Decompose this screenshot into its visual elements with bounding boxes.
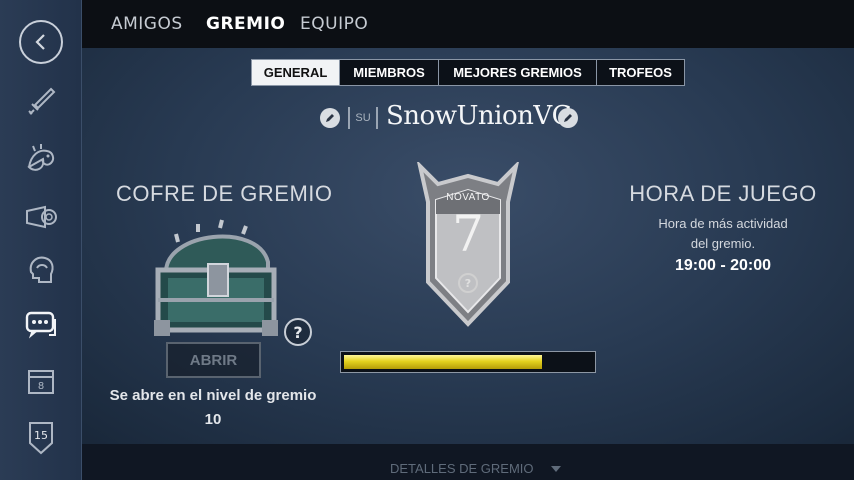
back-arrow-icon: [35, 34, 45, 50]
guild-xp-fill: [344, 355, 543, 369]
subtab-miembros[interactable]: MIEMBROS: [340, 60, 439, 85]
play-hours-description: Hora de más actividad del gremio.: [610, 214, 836, 254]
guild-xp-bar: [340, 351, 596, 373]
sidebar-item-calendar[interactable]: 8: [18, 358, 64, 404]
pencil-icon: [326, 114, 334, 122]
chest-unlock-note: Se abre en el nivel de gremio 10: [90, 384, 336, 432]
top-bar: AMIGOS GREMIO EQUIPO: [82, 0, 854, 48]
chest-unlock-level: 10: [204, 411, 222, 428]
dragon-icon: [27, 144, 55, 171]
calendar-badge: 8: [38, 381, 44, 392]
calendar-chest-icon: 8: [28, 370, 54, 394]
chevron-down-icon[interactable]: [551, 466, 561, 472]
play-hours-title: HORA DE JUEGO: [629, 181, 817, 206]
tab-amigos[interactable]: AMIGOS: [111, 14, 183, 34]
guild-rank-label: NOVATO: [446, 192, 490, 203]
subtab-general[interactable]: GENERAL: [252, 60, 340, 85]
sword-icon: [28, 87, 56, 115]
guild-name: SnowUnionVG: [386, 101, 572, 131]
sidebar-item-level[interactable]: 15: [18, 414, 64, 460]
pencil-icon: [564, 114, 572, 122]
subtab-mejores-gremios[interactable]: MEJORES GREMIOS: [439, 60, 597, 85]
treasure-chest-icon: [154, 219, 278, 336]
back-button[interactable]: [19, 20, 63, 64]
chest-help-button[interactable]: ?: [284, 318, 312, 346]
sidebar-item-profile[interactable]: [18, 247, 64, 293]
tab-equipo[interactable]: EQUIPO: [300, 14, 368, 34]
guild-details-toggle[interactable]: DETALLES DE GREMIO: [390, 461, 534, 476]
play-hours-desc-line1: Hora de más actividad: [658, 216, 788, 231]
guild-level: 7: [452, 205, 484, 263]
horn-icon: [26, 205, 57, 229]
guild-header: SU SnowUnionVG: [320, 100, 580, 134]
tab-gremio[interactable]: GREMIO: [206, 14, 285, 34]
open-chest-button[interactable]: ABRIR: [166, 342, 261, 378]
rank-help-button[interactable]: ?: [458, 273, 478, 293]
sidebar-item-social[interactable]: [18, 302, 64, 348]
guild-tag: SU: [348, 107, 378, 129]
sidebar: 8 15: [0, 0, 82, 480]
play-hours-desc-line2: del gremio.: [690, 236, 756, 251]
play-hours-range: 19:00 - 20:00: [674, 257, 772, 274]
level-badge: 15: [34, 429, 48, 442]
edit-name-button[interactable]: [558, 108, 578, 128]
sidebar-item-events[interactable]: [18, 194, 64, 240]
chest-note-text: Se abre en el nivel de gremio: [109, 387, 317, 404]
sidebar-item-heroes[interactable]: [18, 136, 64, 182]
edit-tag-button[interactable]: [320, 108, 340, 128]
chest-title: COFRE DE GREMIO: [116, 181, 333, 206]
guild-subtabs: GENERAL MIEMBROS MEJORES GREMIOS TROFEOS: [251, 59, 685, 86]
level-shield-icon: 15: [29, 422, 53, 455]
subtab-trofeos[interactable]: TROFEOS: [597, 60, 684, 85]
head-profile-icon: [29, 256, 54, 283]
chat-bubbles-icon: [25, 311, 56, 339]
sidebar-item-battle[interactable]: [18, 78, 64, 124]
